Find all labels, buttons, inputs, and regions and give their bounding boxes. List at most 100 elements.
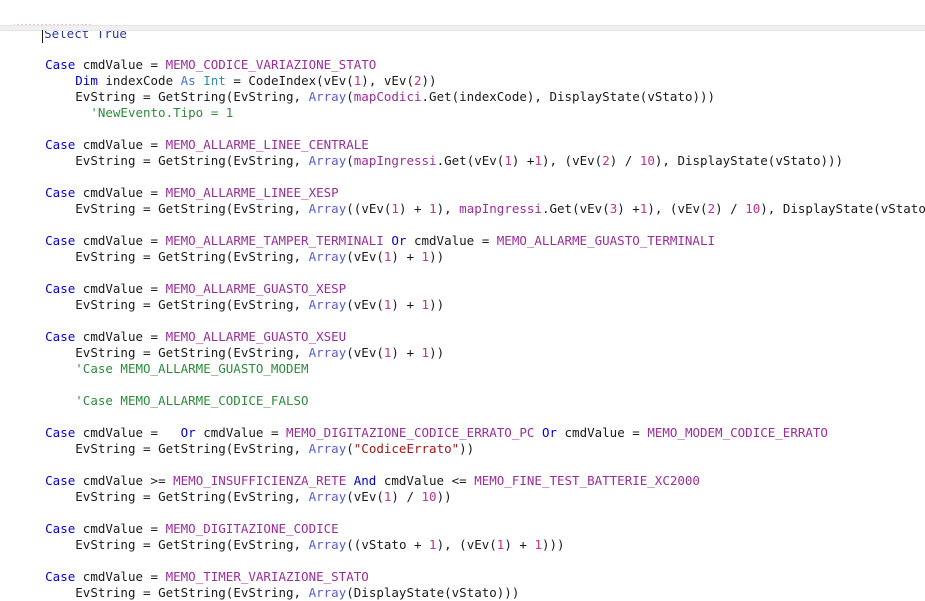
code-token-op: ) + bbox=[617, 201, 640, 216]
code-token-num: 2 bbox=[413, 73, 422, 88]
code-token-kw: Case bbox=[45, 281, 76, 296]
code-line[interactable]: Case cmdValue = MEMO_ALLARME_LINEE_XESP bbox=[0, 185, 925, 201]
code-token-id: indexCode bbox=[105, 73, 174, 88]
code-line[interactable] bbox=[0, 313, 925, 329]
code-token-id: vEv bbox=[579, 201, 603, 216]
code-line[interactable] bbox=[0, 265, 925, 281]
code-token-op: ( bbox=[346, 489, 354, 504]
code-token-num: 1 bbox=[421, 297, 430, 312]
code-line[interactable]: Case cmdValue = MEMO_ALLARME_LINEE_CENTR… bbox=[0, 137, 925, 153]
code-token-kw: Case bbox=[45, 137, 76, 152]
code-token-op: , bbox=[293, 345, 309, 360]
code-line[interactable]: Case cmdValue = Or cmdValue = MEMO_DIGIT… bbox=[0, 425, 925, 441]
code-line[interactable]: 'Case MEMO_ALLARME_GUASTO_MODEM bbox=[0, 361, 925, 377]
code-line[interactable] bbox=[0, 409, 925, 425]
code-line[interactable] bbox=[0, 41, 925, 57]
code-token-kw: And bbox=[353, 473, 377, 488]
code-line[interactable]: 'Case MEMO_ALLARME_CODICE_FALSO bbox=[0, 393, 925, 409]
code-token-op bbox=[75, 185, 83, 200]
code-token-const: MEMO_ALLARME_LINEE_CENTRALE bbox=[165, 137, 369, 152]
code-line[interactable] bbox=[0, 505, 925, 521]
code-line[interactable]: EvString = GetString(EvString, Array(vEv… bbox=[0, 345, 925, 361]
code-line[interactable]: EvString = GetString(EvString, Array(vEv… bbox=[0, 489, 925, 505]
code-token-op: = bbox=[135, 489, 159, 504]
code-token-op bbox=[75, 233, 83, 248]
code-line[interactable]: Case cmdValue = MEMO_DIGITAZIONE_CODICE bbox=[0, 521, 925, 537]
code-token-op: ( bbox=[346, 297, 354, 312]
code-line[interactable]: Case cmdValue = MEMO_ALLARME_TAMPER_TERM… bbox=[0, 233, 925, 249]
code-line[interactable]: EvString = GetString(EvString, Array(map… bbox=[0, 153, 925, 169]
code-token-id: EvString bbox=[75, 537, 136, 552]
code-token-const: MEMO_ALLARME_GUASTO_XESP bbox=[165, 281, 347, 296]
code-token-op bbox=[346, 473, 354, 488]
code-token-op: = bbox=[143, 281, 166, 296]
code-token-op bbox=[534, 425, 542, 440]
code-line[interactable]: EvString = GetString(EvString, Array((vE… bbox=[0, 201, 925, 217]
code-token-id: GetString bbox=[158, 345, 226, 360]
code-line[interactable]: EvString = GetString(EvString, Array("Co… bbox=[0, 441, 925, 457]
code-token-op bbox=[557, 425, 565, 440]
code-token-id: cmdValue bbox=[82, 281, 144, 296]
code-token-op: = bbox=[143, 57, 166, 72]
code-token-cmt: 'NewEvento.Tipo = 1 bbox=[90, 105, 234, 120]
code-line[interactable]: Case cmdValue = MEMO_ALLARME_GUASTO_XESP bbox=[0, 281, 925, 297]
code-token-fn: Array bbox=[308, 537, 347, 552]
code-token-op: . bbox=[436, 153, 445, 168]
code-token-op: ) + bbox=[391, 345, 422, 360]
code-token-num: 1 bbox=[421, 345, 430, 360]
code-token-kw: Case bbox=[45, 185, 76, 200]
code-line[interactable] bbox=[0, 377, 925, 393]
code-line[interactable]: EvString = GetString(EvString, Array(vEv… bbox=[0, 297, 925, 313]
code-editor[interactable]: Select True Case cmdValue = MEMO_CODICE_… bbox=[0, 0, 925, 600]
code-line[interactable] bbox=[0, 217, 925, 233]
code-token-op: = bbox=[135, 441, 159, 456]
code-token-id: cmdValue bbox=[82, 329, 144, 344]
code-token-op: ), bbox=[436, 201, 460, 216]
code-token-id: DisplayState bbox=[353, 585, 445, 600]
code-line[interactable] bbox=[0, 121, 925, 137]
code-content[interactable]: Case cmdValue = MEMO_CODICE_VARIAZIONE_S… bbox=[0, 41, 925, 601]
code-token-num: 2 bbox=[602, 153, 610, 168]
code-line[interactable] bbox=[0, 169, 925, 185]
code-token-obj: mapIngressi bbox=[353, 153, 437, 168]
code-token-id: GetString bbox=[158, 489, 226, 504]
code-token-const: MEMO_INSUFFICIENZA_RETE bbox=[173, 473, 347, 488]
code-token-op: ( bbox=[489, 537, 497, 552]
code-token-op: ( bbox=[873, 201, 881, 216]
code-token-id: EvString bbox=[75, 297, 136, 312]
code-token-const: MEMO_CODICE_VARIAZIONE_STATO bbox=[165, 57, 377, 72]
code-token-id: vEv bbox=[353, 345, 377, 360]
code-token-op: ), bbox=[760, 201, 783, 216]
code-line[interactable]: Case cmdValue = MEMO_TIMER_VARIAZIONE_ST… bbox=[0, 569, 925, 585]
code-token-fn: Array bbox=[308, 249, 347, 264]
code-token-id: DisplayState bbox=[549, 89, 640, 104]
code-line[interactable]: EvString = GetString (EvString, Array((vS… bbox=[0, 537, 925, 553]
section-separator bbox=[0, 25, 925, 31]
code-token-id: vStato bbox=[647, 89, 693, 104]
code-token-id: Get bbox=[549, 201, 573, 216]
code-token-op bbox=[75, 329, 83, 344]
code-line[interactable]: EvString = GetString(EvString, Array(map… bbox=[0, 89, 925, 105]
code-line[interactable]: Dim indexCode As Int = CodeIndex(vEv(1),… bbox=[0, 73, 925, 89]
code-token-op bbox=[75, 57, 83, 72]
code-token-op: ) / bbox=[391, 489, 422, 504]
code-token-id: EvString bbox=[75, 345, 136, 360]
code-token-const: MEMO_ALLARME_GUASTO_XSEU bbox=[165, 329, 347, 344]
code-token-op: )) bbox=[429, 249, 445, 264]
code-line[interactable] bbox=[0, 553, 925, 569]
code-line[interactable]: Case cmdValue >= MEMO_INSUFFICIENZA_RETE… bbox=[0, 473, 925, 489]
code-line[interactable]: Case cmdValue = MEMO_ALLARME_GUASTO_XSEU bbox=[0, 329, 925, 345]
code-line[interactable]: Case cmdValue = MEMO_CODICE_VARIAZIONE_S… bbox=[0, 57, 925, 73]
code-line[interactable] bbox=[0, 457, 925, 473]
code-line[interactable]: EvString = GetString(EvString, Array(vEv… bbox=[0, 249, 925, 265]
code-line[interactable]: EvString = GetString(EvString, Array(Dis… bbox=[0, 585, 925, 601]
code-line[interactable]: 'NewEvento.Tipo = 1 bbox=[0, 105, 925, 121]
code-token-num: 10 bbox=[639, 153, 655, 168]
code-token-num: 1 bbox=[504, 153, 512, 168]
code-token-id: GetString bbox=[158, 201, 226, 216]
code-token-op: , bbox=[293, 537, 309, 552]
code-token-id: GetString bbox=[158, 585, 226, 600]
code-token-op: = bbox=[624, 425, 648, 440]
code-token-op: ( bbox=[346, 73, 354, 88]
